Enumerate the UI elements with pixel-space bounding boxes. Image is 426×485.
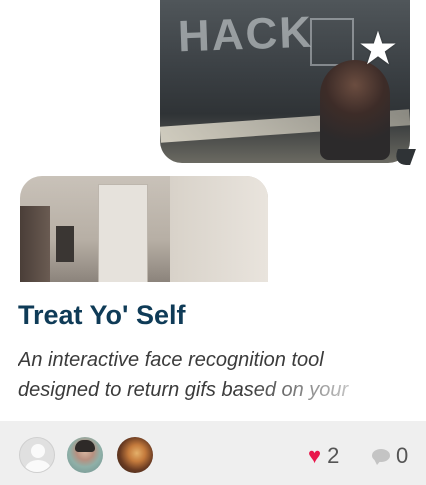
avatar-default[interactable] xyxy=(19,437,55,473)
comment-icon xyxy=(372,449,390,465)
project-image-second[interactable] xyxy=(20,176,268,282)
project-image-top[interactable]: HACK ★ xyxy=(160,0,416,165)
like-button[interactable]: ♥ 2 xyxy=(308,443,339,469)
card-footer: ♥ 2 0 xyxy=(0,421,426,485)
comment-button[interactable]: 0 xyxy=(372,443,408,469)
avatar-member-2[interactable] xyxy=(67,437,103,473)
person-figure xyxy=(320,60,390,160)
description-line-1: An interactive face recognition tool xyxy=(18,349,324,371)
comment-count: 0 xyxy=(396,443,409,468)
avatar-hair xyxy=(75,440,95,452)
chalkboard-text: HACK xyxy=(177,7,314,62)
heart-icon: ♥ xyxy=(308,443,322,468)
like-count: 2 xyxy=(327,443,340,468)
hallway-wall xyxy=(20,206,50,282)
hallway-door xyxy=(98,184,148,282)
project-title[interactable]: Treat Yo' Self xyxy=(18,300,185,331)
description-fade xyxy=(246,375,426,407)
project-card[interactable]: HACK ★ Treat Yo' Self An interactive fac… xyxy=(0,0,426,485)
avatar-placeholder-head xyxy=(31,444,45,458)
avatar-member-3[interactable] xyxy=(117,437,153,473)
hallway-light-wall xyxy=(170,176,268,282)
hallway-fixture xyxy=(56,226,74,262)
avatar-placeholder-body xyxy=(25,460,51,472)
star-icon[interactable]: ★ xyxy=(356,25,400,71)
chalk-drawing xyxy=(310,18,354,66)
